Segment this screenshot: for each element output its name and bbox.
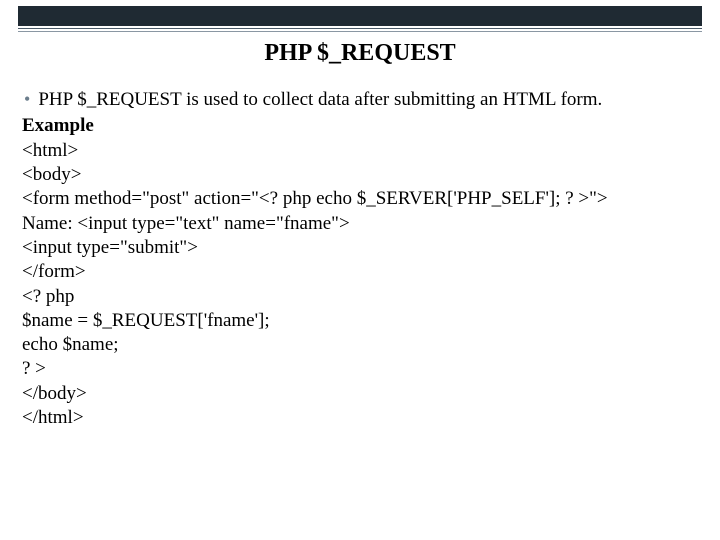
example-label: Example (22, 114, 698, 138)
code-line: <html> (22, 139, 698, 163)
slide: PHP $_REQUEST • PHP $_REQUEST is used to… (0, 0, 720, 540)
slide-title: PHP $_REQUEST (0, 40, 720, 67)
code-line: Name: <input type="text" name="fname"> (22, 212, 698, 236)
code-line: </html> (22, 406, 698, 430)
top-bar-line-2 (18, 31, 702, 32)
bullet-text: PHP $_REQUEST is used to collect data af… (38, 88, 698, 112)
top-decor-bar (0, 0, 720, 36)
code-line: <input type="submit"> (22, 236, 698, 260)
code-line: <body> (22, 163, 698, 187)
slide-content: • PHP $_REQUEST is used to collect data … (22, 88, 698, 430)
code-line: </form> (22, 260, 698, 284)
bullet-item: • PHP $_REQUEST is used to collect data … (22, 88, 698, 112)
code-line: <? php (22, 285, 698, 309)
code-line: </body> (22, 382, 698, 406)
top-bar-line-1 (18, 28, 702, 29)
bullet-icon: • (24, 88, 30, 111)
code-line: ? > (22, 357, 698, 381)
top-bar-dark (18, 6, 702, 26)
code-line: echo $name; (22, 333, 698, 357)
code-line: $name = $_REQUEST['fname']; (22, 309, 698, 333)
code-line: <form method="post" action="<? php echo … (22, 187, 698, 211)
